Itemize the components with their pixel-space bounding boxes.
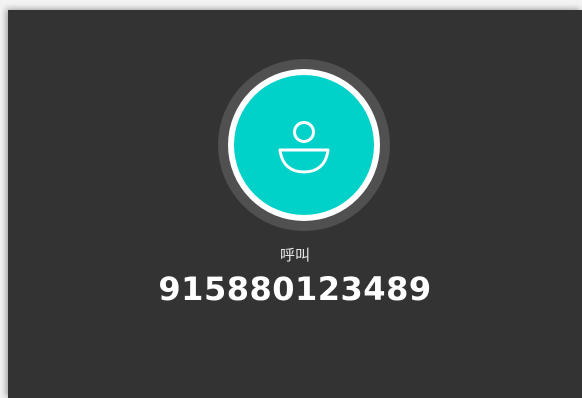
call-window: 呼叫 915880123489 <box>8 10 582 398</box>
avatar-circle <box>234 75 374 215</box>
avatar-border <box>228 69 380 221</box>
call-status-label: 呼叫 <box>279 246 310 264</box>
person-icon <box>278 121 330 174</box>
avatar <box>218 59 390 231</box>
phone-number: 915880123489 <box>158 270 432 308</box>
